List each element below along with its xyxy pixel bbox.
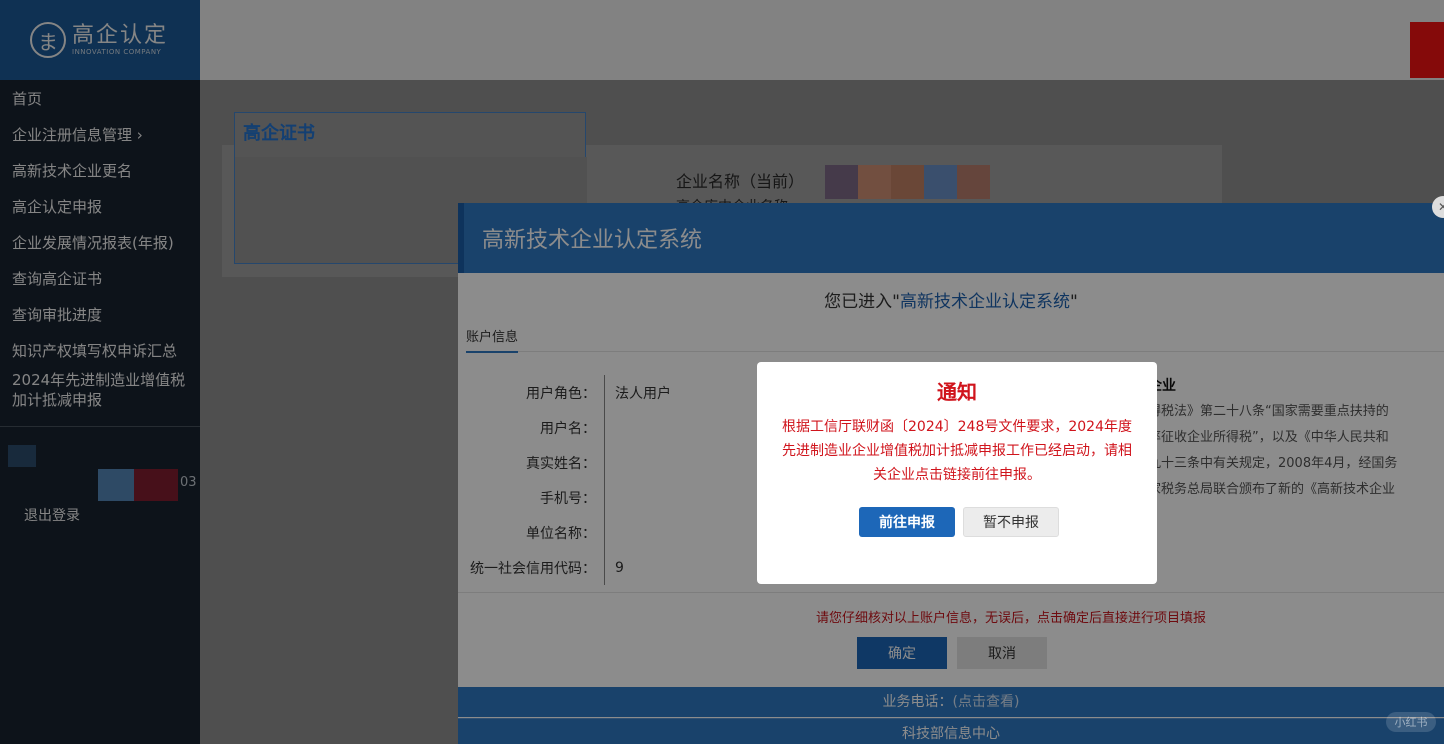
skip-apply-button[interactable]: 暂不申报: [963, 507, 1059, 537]
go-apply-button[interactable]: 前往申报: [859, 507, 955, 537]
notice-title: 通知: [937, 380, 977, 404]
watermark: 小红书: [1386, 712, 1436, 732]
notice-actions: 前往申报 暂不申报: [859, 507, 1059, 537]
notice-modal: 通知 根据工信厅联财函〔2024〕248号文件要求，2024年度先进制造业企业增…: [757, 362, 1157, 584]
notice-body: 根据工信厅联财函〔2024〕248号文件要求，2024年度先进制造业企业增值税加…: [782, 419, 1132, 483]
